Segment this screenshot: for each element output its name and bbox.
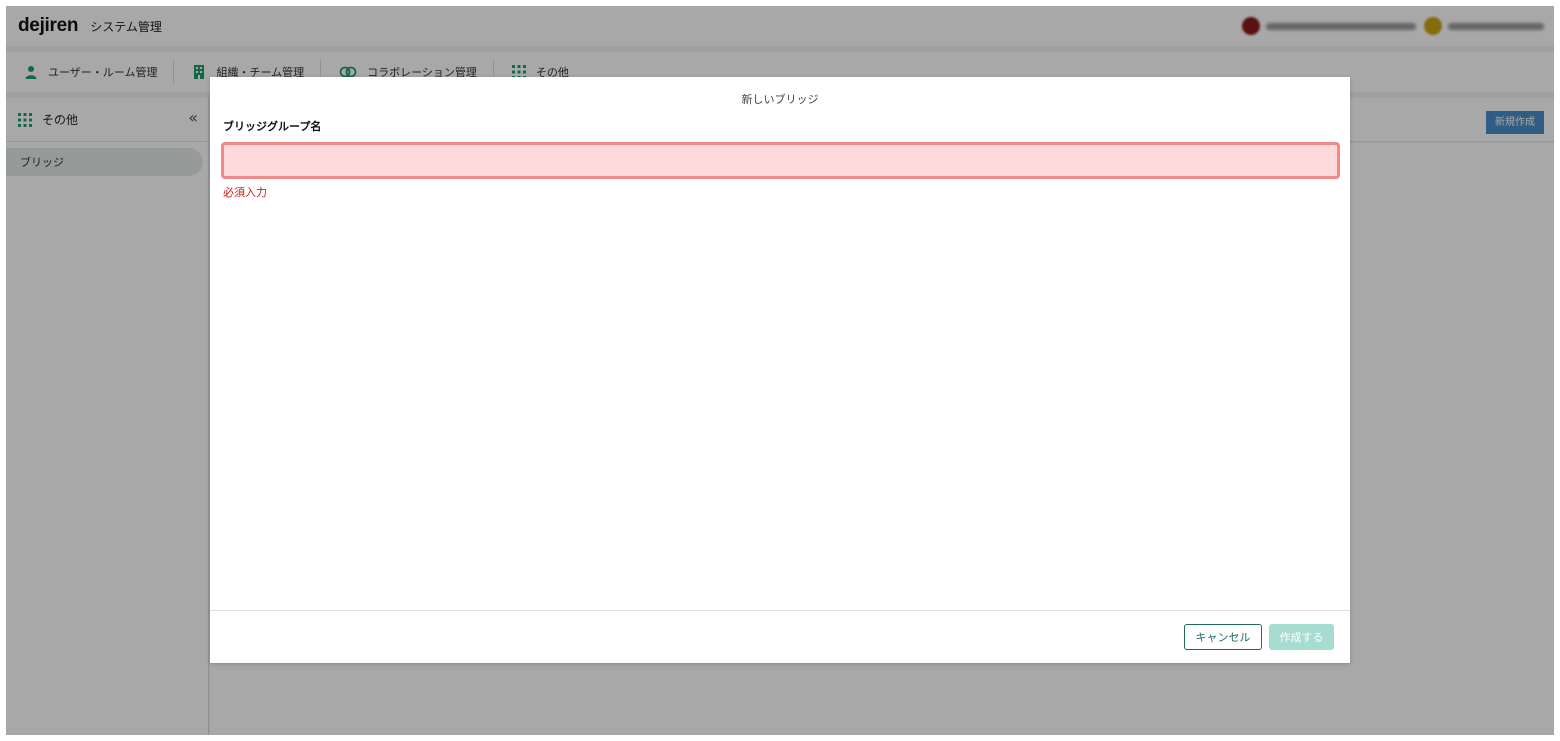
create-button[interactable]: 作成する (1269, 624, 1334, 650)
dialog-title: 新しいブリッジ (741, 93, 819, 106)
required-error-message: 必須入力 (223, 186, 267, 199)
dialog-footer-divider (210, 610, 1350, 611)
bridge-group-name-input[interactable] (221, 142, 1340, 179)
cancel-button[interactable]: キャンセル (1184, 624, 1262, 650)
bridge-group-name-label: ブリッジグループ名 (223, 120, 322, 133)
new-bridge-dialog: 新しいブリッジ ブリッジグループ名 必須入力 キャンセル 作成する (210, 77, 1350, 663)
